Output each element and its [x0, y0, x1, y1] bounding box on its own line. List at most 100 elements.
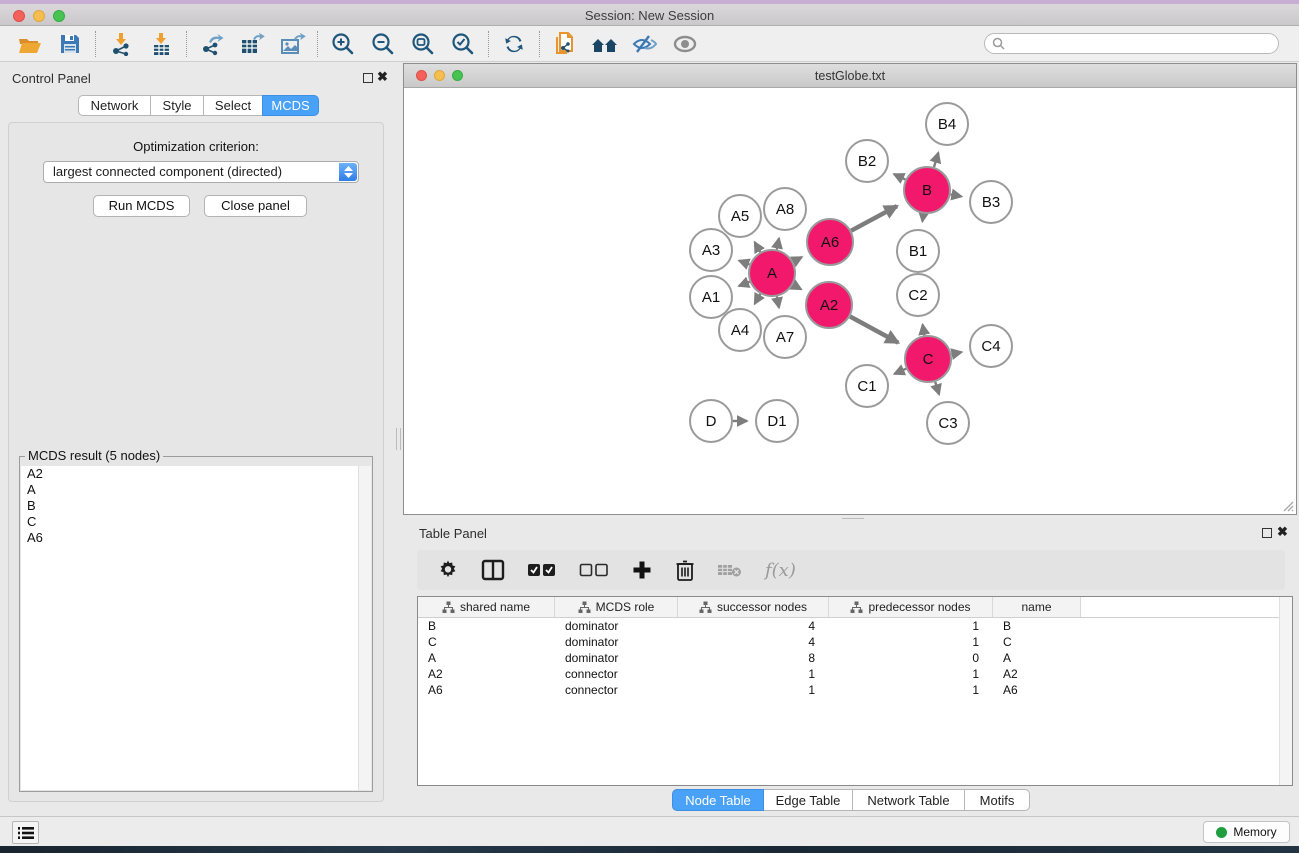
- save-session-icon[interactable]: [50, 29, 90, 59]
- table-row[interactable]: Cdominator41C: [418, 634, 1292, 650]
- tab-style[interactable]: Style: [150, 95, 204, 116]
- column-view-icon[interactable]: [481, 556, 505, 584]
- tab-network-table[interactable]: Network Table: [852, 789, 965, 811]
- tab-mcds[interactable]: MCDS: [262, 95, 319, 116]
- graph-node-C[interactable]: C: [905, 336, 951, 382]
- graph-node-B2[interactable]: B2: [846, 140, 888, 182]
- mcds-result-item[interactable]: B: [21, 498, 371, 514]
- close-panel-button[interactable]: Close panel: [204, 195, 307, 217]
- hide-selected-icon[interactable]: [625, 29, 665, 59]
- table-float-panel-icon[interactable]: [1262, 528, 1272, 538]
- mcds-result-item[interactable]: A: [21, 482, 371, 498]
- table-row[interactable]: A2connector11A2: [418, 666, 1292, 682]
- graph-node-C1[interactable]: C1: [846, 365, 888, 407]
- column-header-MCDS-role[interactable]: MCDS role: [555, 597, 678, 617]
- graph-node-A5[interactable]: A5: [719, 195, 761, 237]
- select-all-checks-icon[interactable]: [527, 556, 557, 584]
- graph-edge-C-C1[interactable]: [894, 369, 906, 374]
- graph-node-A4[interactable]: A4: [719, 309, 761, 351]
- graph-edge-A-A8[interactable]: [777, 238, 779, 249]
- column-header-predecessor-nodes[interactable]: predecessor nodes: [829, 597, 993, 617]
- zoom-out-icon[interactable]: [363, 29, 403, 59]
- graph-edge-B-B1[interactable]: [922, 214, 923, 222]
- zoom-selected-icon[interactable]: [443, 29, 483, 59]
- vertical-splitter-handle[interactable]: [396, 428, 401, 450]
- graph-edge-B-B3[interactable]: [951, 194, 962, 196]
- graph-edge-A-A4[interactable]: [755, 294, 761, 304]
- column-header-shared-name[interactable]: shared name: [418, 597, 555, 617]
- column-header-successor-nodes[interactable]: successor nodes: [678, 597, 829, 617]
- graph-node-A1[interactable]: A1: [690, 276, 732, 318]
- export-network-icon[interactable]: [192, 29, 232, 59]
- open-file-icon[interactable]: [10, 29, 50, 59]
- graph-node-C4[interactable]: C4: [970, 325, 1012, 367]
- result-list-scrollbar[interactable]: [358, 466, 371, 790]
- new-network-from-selection-icon[interactable]: [545, 29, 585, 59]
- graph-node-A[interactable]: A: [749, 250, 795, 296]
- network-canvas[interactable]: B4B2BB3A5A8A6B1A3AA1C2A2A4A7C4CC1DD1C3: [404, 89, 1296, 514]
- column-header-name[interactable]: name: [993, 597, 1081, 617]
- graph-node-B[interactable]: B: [904, 167, 950, 213]
- graph-node-A7[interactable]: A7: [764, 316, 806, 358]
- export-table-icon[interactable]: [232, 29, 272, 59]
- network-graph[interactable]: B4B2BB3A5A8A6B1A3AA1C2A2A4A7C4CC1DD1C3: [404, 89, 1296, 514]
- show-all-icon[interactable]: [665, 29, 705, 59]
- import-table-icon[interactable]: [141, 29, 181, 59]
- memory-button[interactable]: Memory: [1203, 821, 1290, 843]
- function-builder-icon[interactable]: f(x): [765, 556, 796, 584]
- deselect-all-checks-icon[interactable]: [579, 556, 609, 584]
- task-history-button[interactable]: [12, 821, 39, 844]
- export-image-icon[interactable]: [272, 29, 312, 59]
- graph-edge-A-A5[interactable]: [755, 242, 761, 252]
- delete-column-icon[interactable]: [675, 556, 695, 584]
- graph-node-A8[interactable]: A8: [764, 188, 806, 230]
- graph-node-C3[interactable]: C3: [927, 402, 969, 444]
- graph-edge-C-C3[interactable]: [935, 382, 939, 395]
- graph-node-B1[interactable]: B1: [897, 230, 939, 272]
- mcds-result-item[interactable]: C: [21, 514, 371, 530]
- run-mcds-button[interactable]: Run MCDS: [93, 195, 190, 217]
- resize-grip-icon[interactable]: [1280, 498, 1294, 512]
- table-close-panel-icon[interactable]: ✖: [1277, 524, 1288, 540]
- graph-edge-B-B4[interactable]: [934, 153, 938, 167]
- graph-edge-A2-C[interactable]: [850, 317, 898, 343]
- tab-node-table[interactable]: Node Table: [672, 789, 764, 811]
- table-scrollbar[interactable]: [1279, 597, 1292, 785]
- graph-node-D1[interactable]: D1: [756, 400, 798, 442]
- zoom-in-icon[interactable]: [323, 29, 363, 59]
- graph-node-D[interactable]: D: [690, 400, 732, 442]
- graph-edge-A-A7[interactable]: [777, 297, 779, 308]
- tab-select[interactable]: Select: [203, 95, 263, 116]
- graph-node-A3[interactable]: A3: [690, 229, 732, 271]
- first-neighbors-icon[interactable]: [585, 29, 625, 59]
- mcds-result-item[interactable]: A2: [21, 466, 371, 482]
- graph-edge-A-A1[interactable]: [739, 282, 750, 286]
- table-row[interactable]: Bdominator41B: [418, 618, 1292, 634]
- apply-layout-icon[interactable]: [494, 29, 534, 59]
- graph-edge-C-C4[interactable]: [952, 352, 962, 354]
- graph-node-C2[interactable]: C2: [897, 274, 939, 316]
- import-network-icon[interactable]: [101, 29, 141, 59]
- graph-edge-A-A2[interactable]: [793, 285, 801, 290]
- mcds-result-list[interactable]: A2ABCA6: [21, 466, 371, 790]
- settings-gear-icon[interactable]: [437, 556, 459, 584]
- graph-edge-C-C2[interactable]: [923, 325, 925, 336]
- graph-edge-A6-B[interactable]: [851, 206, 897, 231]
- table-row[interactable]: Adominator80A: [418, 650, 1292, 666]
- mcds-result-item[interactable]: A6: [21, 530, 371, 546]
- graph-edge-A-A3[interactable]: [739, 261, 749, 265]
- graph-node-B3[interactable]: B3: [970, 181, 1012, 223]
- graph-edge-A-A6[interactable]: [793, 257, 802, 262]
- delete-table-icon[interactable]: [717, 556, 743, 584]
- table-row[interactable]: A6connector11A6: [418, 682, 1292, 698]
- zoom-fit-icon[interactable]: [403, 29, 443, 59]
- graph-node-A2[interactable]: A2: [806, 282, 852, 328]
- graph-node-B4[interactable]: B4: [926, 103, 968, 145]
- close-panel-icon[interactable]: ✖: [377, 69, 388, 85]
- tab-motifs[interactable]: Motifs: [964, 789, 1030, 811]
- tab-edge-table[interactable]: Edge Table: [763, 789, 853, 811]
- tab-network[interactable]: Network: [78, 95, 151, 116]
- criterion-select[interactable]: largest connected component (directed): [43, 161, 359, 183]
- add-column-icon[interactable]: [631, 556, 653, 584]
- float-panel-icon[interactable]: [363, 73, 373, 83]
